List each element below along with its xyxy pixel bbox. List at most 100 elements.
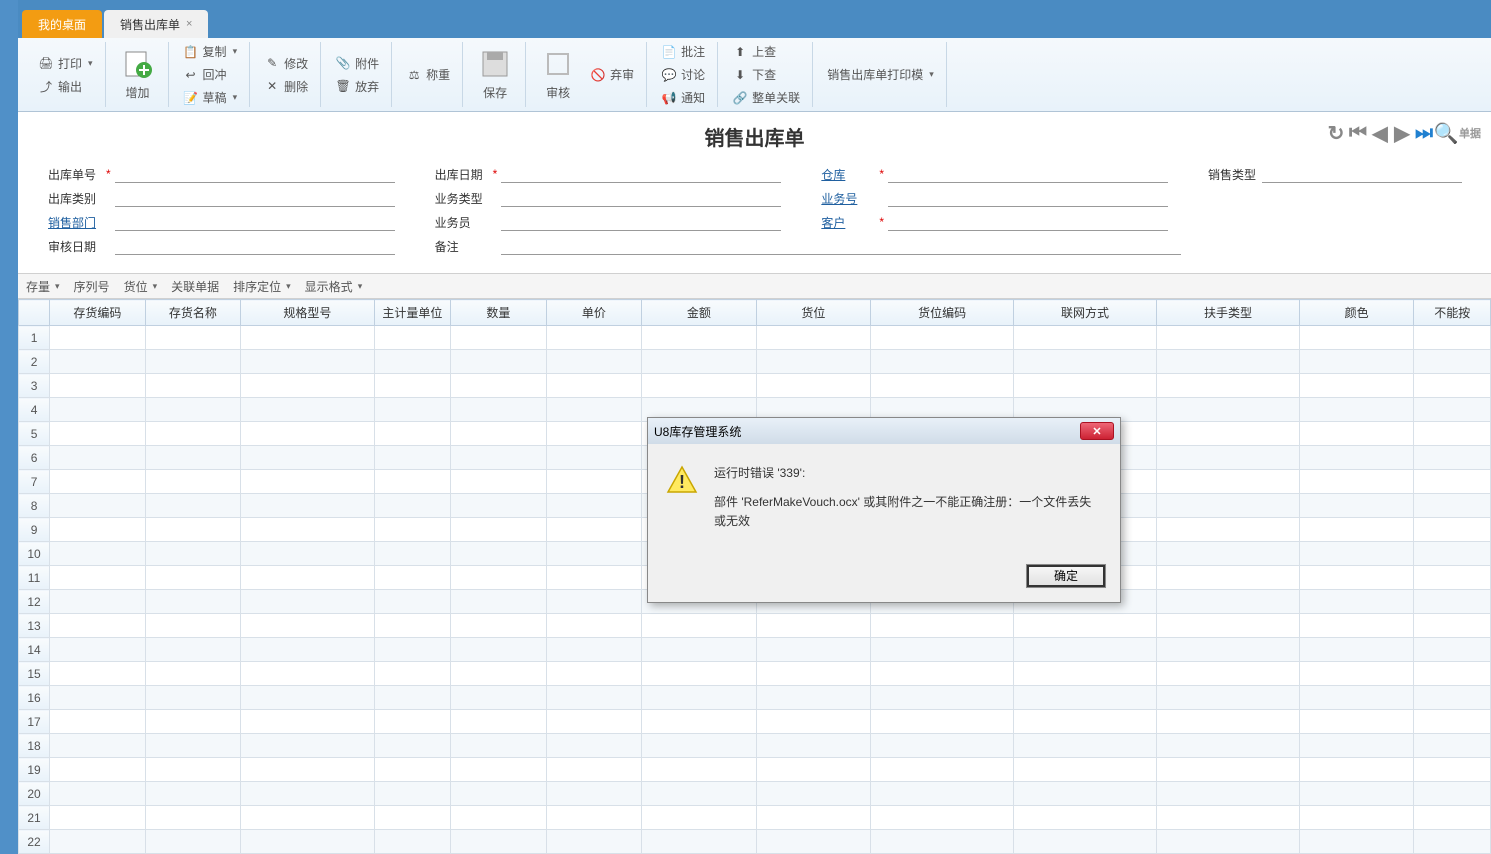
row-number[interactable]: 1 xyxy=(19,326,50,350)
row-number[interactable]: 8 xyxy=(19,494,50,518)
row-number[interactable]: 10 xyxy=(19,542,50,566)
grid-cell[interactable] xyxy=(374,542,451,566)
grid-cell[interactable] xyxy=(451,422,547,446)
grid-cell[interactable] xyxy=(642,638,756,662)
grid-cell[interactable] xyxy=(546,758,642,782)
sort-button[interactable]: 排序定位▾ xyxy=(233,278,291,295)
grid-cell[interactable] xyxy=(241,782,374,806)
grid-cell[interactable] xyxy=(241,470,374,494)
grid-cell[interactable] xyxy=(145,542,241,566)
row-number[interactable]: 13 xyxy=(19,614,50,638)
grid-cell[interactable] xyxy=(546,662,642,686)
grid-cell[interactable] xyxy=(871,662,1014,686)
row-number[interactable]: 15 xyxy=(19,662,50,686)
row-number[interactable]: 4 xyxy=(19,398,50,422)
grid-cell[interactable] xyxy=(1414,686,1491,710)
grid-cell[interactable] xyxy=(451,758,547,782)
grid-cell[interactable] xyxy=(1299,614,1413,638)
grid-cell[interactable] xyxy=(871,638,1014,662)
grid-cell[interactable] xyxy=(1156,398,1299,422)
grid-cell[interactable] xyxy=(1156,590,1299,614)
reverse-button[interactable]: ↩回冲 xyxy=(177,64,244,85)
grid-cell[interactable] xyxy=(1156,614,1299,638)
grid-cell[interactable] xyxy=(241,374,374,398)
close-icon[interactable]: × xyxy=(186,18,192,30)
grid-cell[interactable] xyxy=(546,326,642,350)
grid-cell[interactable] xyxy=(241,830,374,854)
grid-cell[interactable] xyxy=(1299,398,1413,422)
label-sales-dept[interactable]: 销售部门 xyxy=(48,214,102,231)
grid-cell[interactable] xyxy=(756,662,870,686)
grid-cell[interactable] xyxy=(546,470,642,494)
grid-cell[interactable] xyxy=(1299,662,1413,686)
abandon-button[interactable]: 🗑放弃 xyxy=(329,76,385,97)
grid-cell[interactable] xyxy=(145,374,241,398)
column-header[interactable]: 规格型号 xyxy=(241,300,374,326)
input-salesperson[interactable] xyxy=(501,213,781,231)
reject-button[interactable]: 🚫弃审 xyxy=(584,64,640,85)
table-row[interactable]: 18 xyxy=(19,734,1491,758)
grid-cell[interactable] xyxy=(546,494,642,518)
grid-cell[interactable] xyxy=(451,326,547,350)
grid-cell[interactable] xyxy=(50,710,146,734)
grid-cell[interactable] xyxy=(451,470,547,494)
first-button[interactable]: ⏮ xyxy=(1349,124,1367,142)
row-number[interactable]: 20 xyxy=(19,782,50,806)
grid-cell[interactable] xyxy=(374,782,451,806)
tab-desktop[interactable]: 我的桌面 xyxy=(22,10,102,38)
grid-cell[interactable] xyxy=(642,758,756,782)
label-biz-no[interactable]: 业务号 xyxy=(821,190,875,207)
grid-cell[interactable] xyxy=(1299,446,1413,470)
batch-button[interactable]: 📄批注 xyxy=(655,41,711,62)
grid-cell[interactable] xyxy=(1156,758,1299,782)
grid-cell[interactable] xyxy=(241,566,374,590)
column-header[interactable]: 联网方式 xyxy=(1014,300,1157,326)
print-button[interactable]: 🖨打印▾ xyxy=(32,53,99,74)
grid-cell[interactable] xyxy=(241,806,374,830)
row-number[interactable]: 9 xyxy=(19,518,50,542)
grid-cell[interactable] xyxy=(1414,398,1491,422)
grid-cell[interactable] xyxy=(871,830,1014,854)
grid-cell[interactable] xyxy=(374,326,451,350)
grid-cell[interactable] xyxy=(241,542,374,566)
grid-cell[interactable] xyxy=(1299,374,1413,398)
grid-cell[interactable] xyxy=(871,734,1014,758)
grid-cell[interactable] xyxy=(451,662,547,686)
grid-cell[interactable] xyxy=(1299,758,1413,782)
weigh-button[interactable]: ⚖称重 xyxy=(400,64,456,85)
grid-cell[interactable] xyxy=(546,398,642,422)
next-button[interactable]: ▶ xyxy=(1393,124,1411,142)
column-header[interactable]: 主计量单位 xyxy=(374,300,451,326)
grid-cell[interactable] xyxy=(374,518,451,542)
input-warehouse[interactable] xyxy=(888,165,1168,183)
grid-cell[interactable] xyxy=(1414,638,1491,662)
table-row[interactable]: 14 xyxy=(19,638,1491,662)
grid-cell[interactable] xyxy=(546,806,642,830)
row-number[interactable]: 18 xyxy=(19,734,50,758)
grid-cell[interactable] xyxy=(145,662,241,686)
grid-cell[interactable] xyxy=(241,638,374,662)
grid-cell[interactable] xyxy=(374,686,451,710)
grid-cell[interactable] xyxy=(451,374,547,398)
draft-button[interactable]: 📝草稿▾ xyxy=(177,87,244,108)
grid-cell[interactable] xyxy=(374,710,451,734)
grid-cell[interactable] xyxy=(642,326,756,350)
grid-cell[interactable] xyxy=(451,614,547,638)
grid-cell[interactable] xyxy=(1299,686,1413,710)
input-audit-date[interactable] xyxy=(115,237,395,255)
grid-cell[interactable] xyxy=(546,518,642,542)
grid-cell[interactable] xyxy=(145,566,241,590)
grid-cell[interactable] xyxy=(642,614,756,638)
grid-cell[interactable] xyxy=(1014,326,1157,350)
grid-cell[interactable] xyxy=(756,830,870,854)
row-number[interactable]: 16 xyxy=(19,686,50,710)
grid-cell[interactable] xyxy=(145,830,241,854)
grid-cell[interactable] xyxy=(1414,710,1491,734)
grid-cell[interactable] xyxy=(1156,830,1299,854)
lookup-up-button[interactable]: ⬆上查 xyxy=(726,41,806,62)
grid-cell[interactable] xyxy=(1414,470,1491,494)
grid-cell[interactable] xyxy=(1414,350,1491,374)
grid-cell[interactable] xyxy=(50,398,146,422)
grid-cell[interactable] xyxy=(241,662,374,686)
input-out-date[interactable] xyxy=(501,165,781,183)
